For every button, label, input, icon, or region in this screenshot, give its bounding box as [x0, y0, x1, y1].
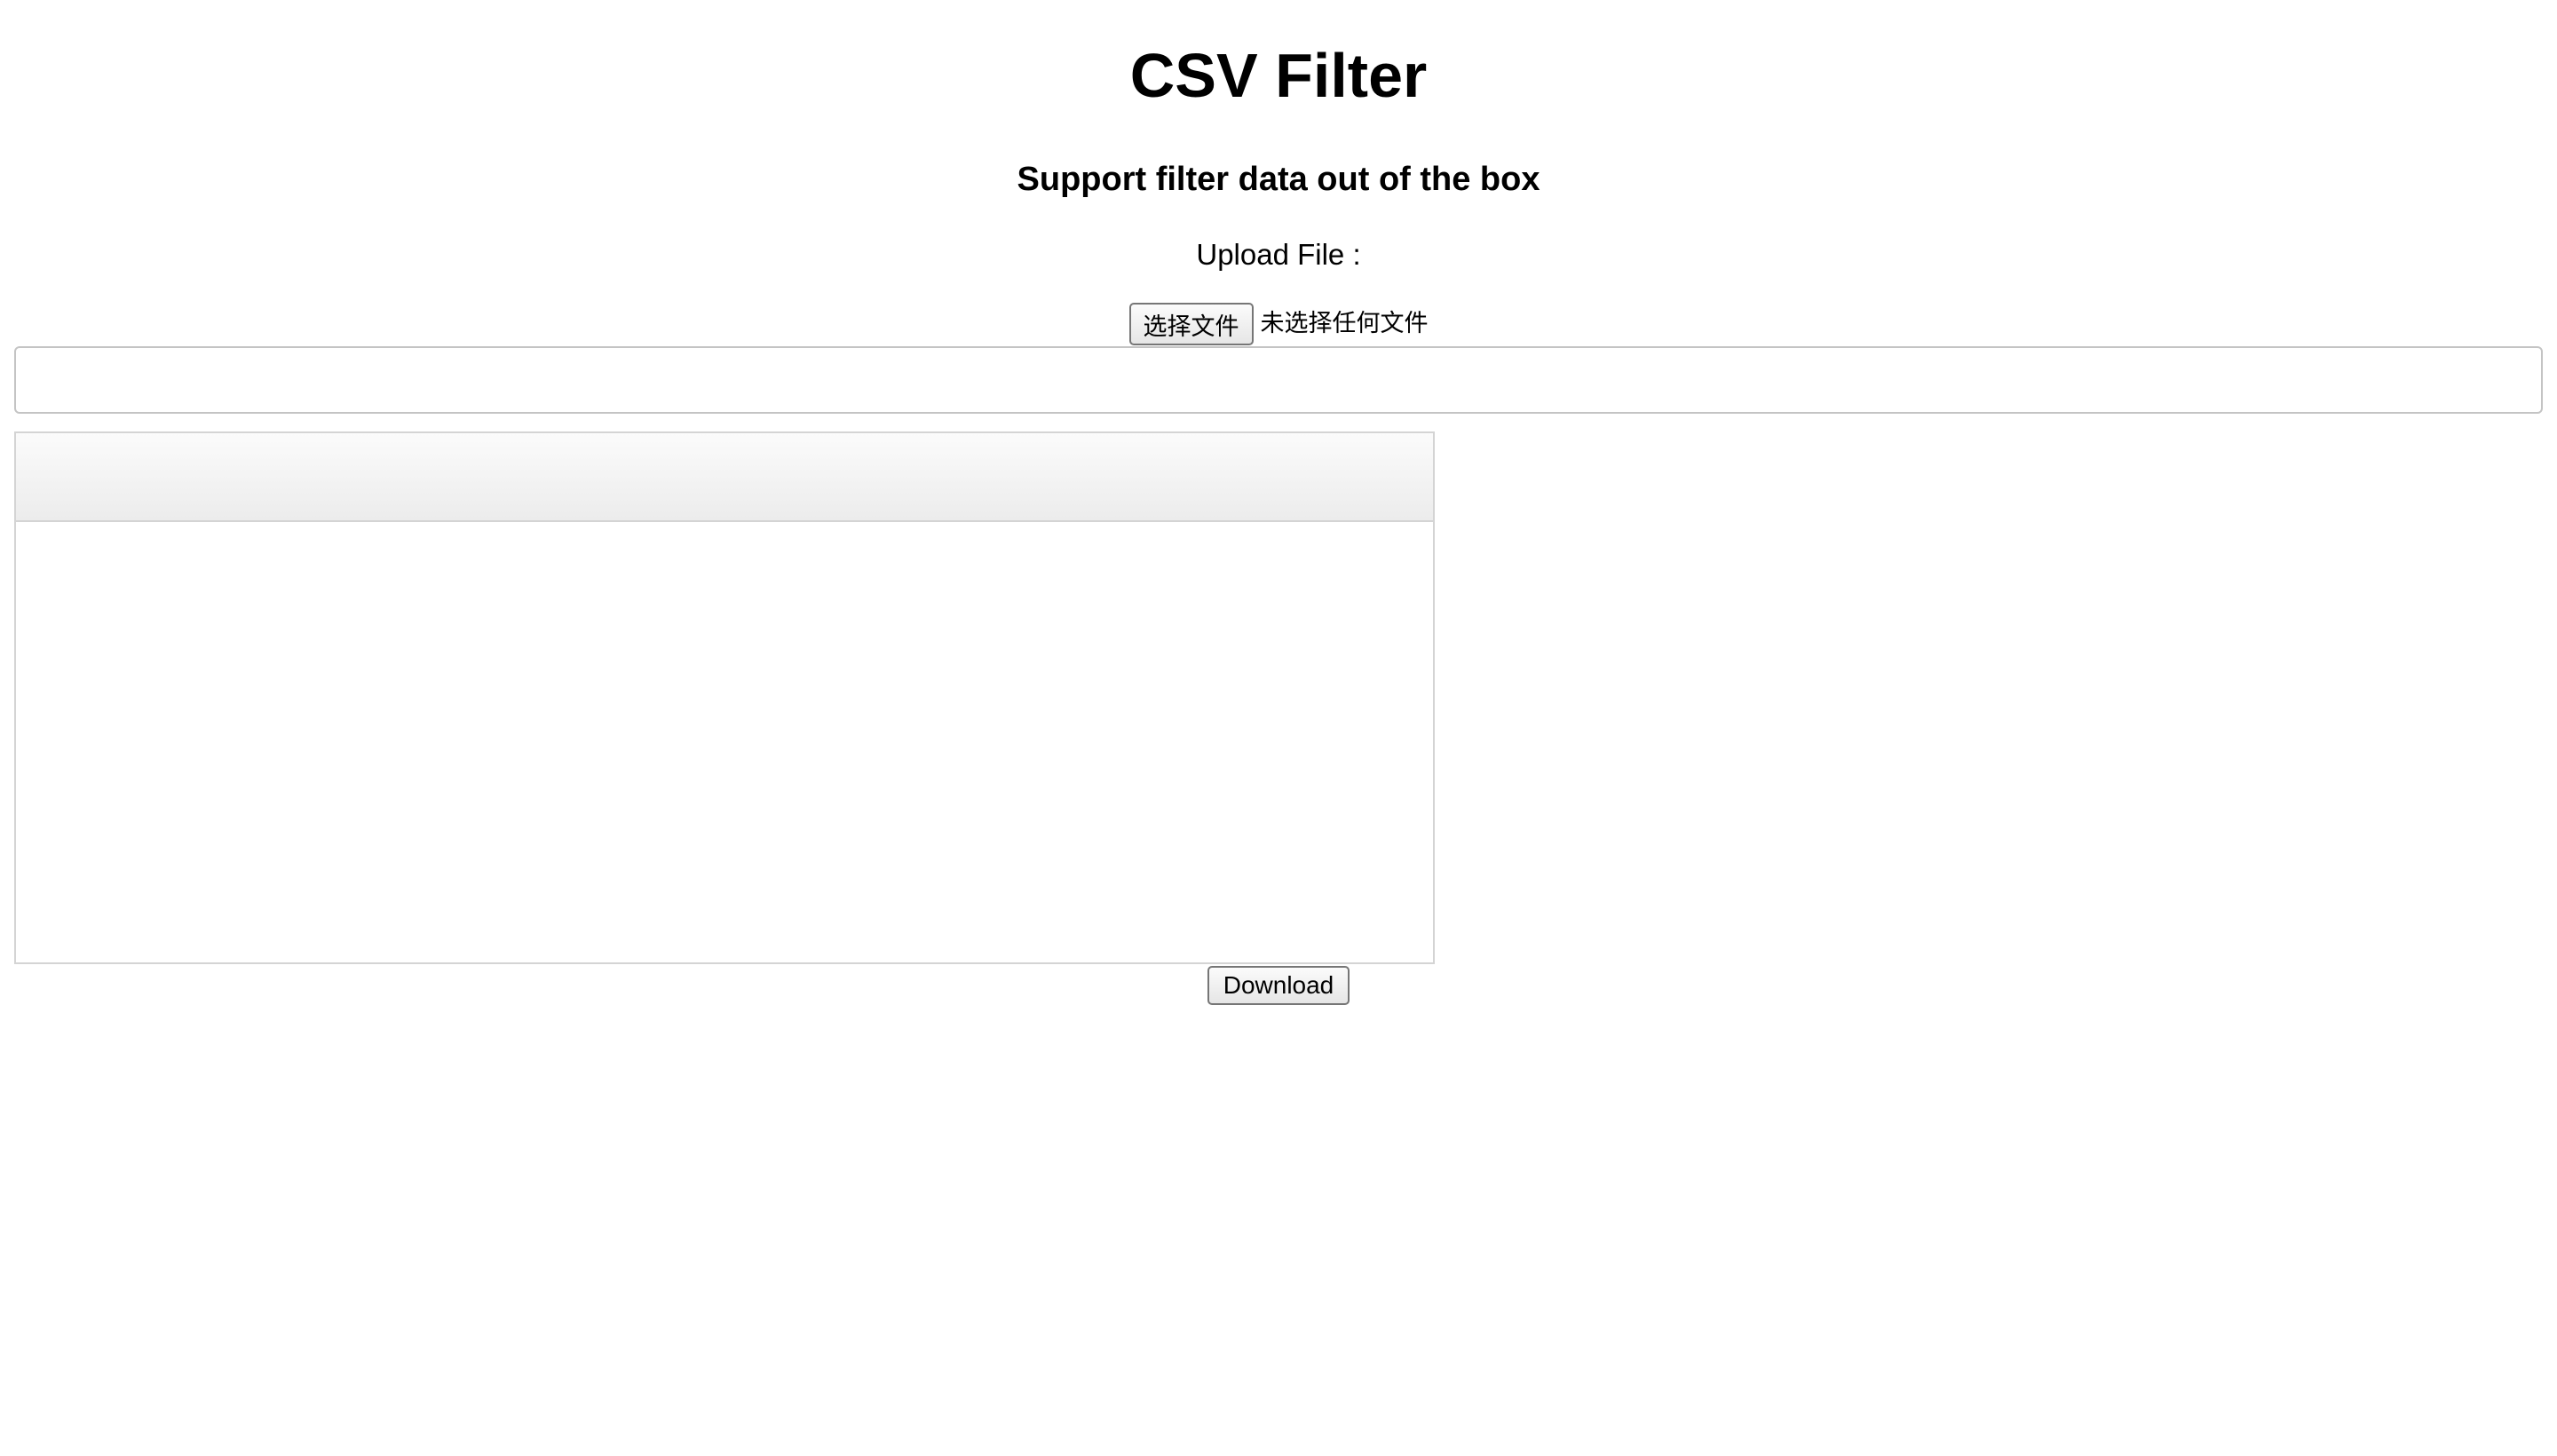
file-input[interactable]: 选择文件 未选择任何文件	[0, 302, 2557, 346]
download-button[interactable]: Download	[1207, 966, 1350, 1005]
data-grid[interactable]	[14, 431, 1435, 964]
choose-file-button[interactable]: 选择文件	[1128, 303, 1254, 345]
page: CSV Filter Support filter data out of th…	[0, 0, 2557, 1456]
page-subtitle: Support filter data out of the box	[1017, 161, 1540, 198]
download-row: Download	[0, 966, 2557, 1005]
file-status-text: 未选择任何文件	[1260, 310, 1429, 337]
grid-header	[16, 433, 1433, 522]
page-title: CSV Filter	[1129, 41, 1428, 110]
upload-file-label: Upload File :	[1196, 238, 1361, 271]
grid-body	[16, 522, 1433, 962]
filter-input[interactable]	[14, 346, 2543, 414]
